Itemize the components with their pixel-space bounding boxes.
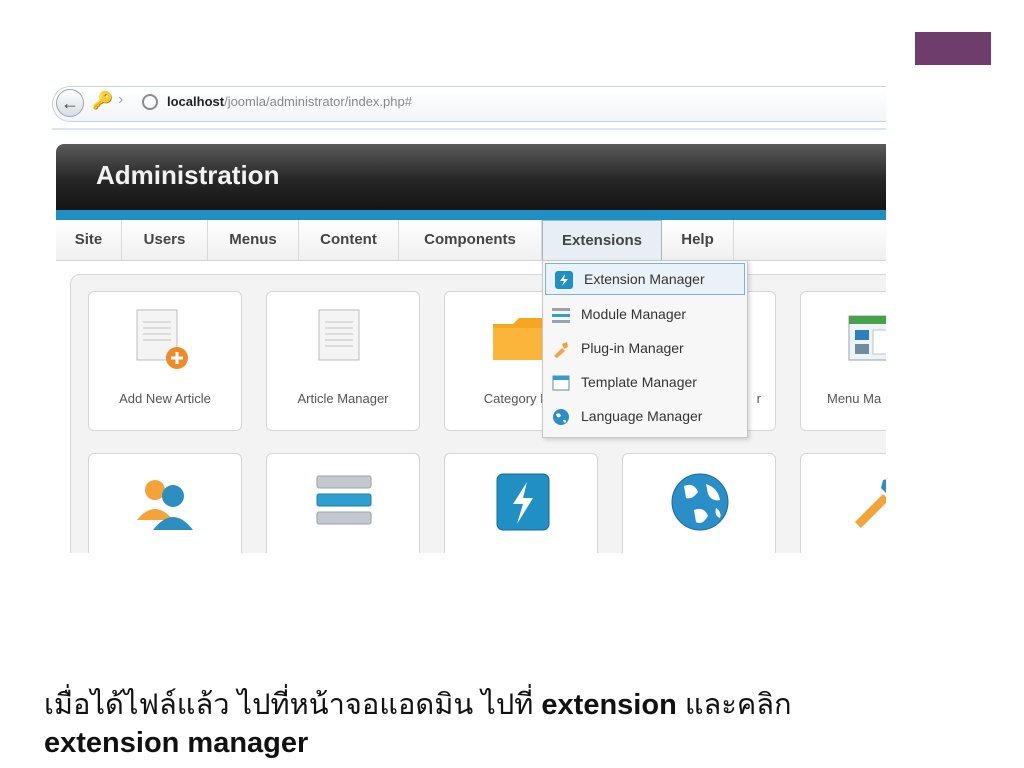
module-stack-icon — [316, 475, 372, 525]
caption-keyword-extension-manager: extension manager — [44, 727, 309, 759]
tile-extensions[interactable] — [444, 453, 598, 553]
address-bar-divider — [52, 128, 886, 130]
url-path: /joomla/administrator/index.php# — [224, 94, 412, 109]
control-panel: Add New Article Article Manager Category… — [70, 274, 886, 553]
dropdown-label: Extension Manager — [584, 271, 705, 287]
menu-content[interactable]: Content — [299, 220, 399, 260]
screenshot: ← 🔑 › localhost/joomla/administrator/ind… — [52, 82, 886, 553]
key-icon: 🔑 — [92, 91, 114, 110]
menu-extensions[interactable]: Extensions — [542, 220, 662, 260]
tile-label: Article Manager — [297, 391, 389, 406]
dropdown-label: Module Manager — [581, 306, 687, 322]
caption-text-1: เมื่อได้ไฟล์แล้ว ไปที่หน้าจอแอดมิน ไปที่ — [44, 689, 542, 721]
extensions-dropdown: Extension Manager Module Manager Plug-in… — [542, 260, 748, 438]
main-menu-bar: Site Users Menus Content Components Exte… — [56, 220, 886, 261]
article-manager-icon — [318, 309, 360, 361]
dropdown-item-plugin-manager[interactable]: Plug-in Manager — [543, 333, 747, 365]
menu-site[interactable]: Site — [56, 220, 122, 260]
extension-bolt-icon — [496, 473, 550, 531]
tools-icon — [855, 479, 886, 528]
dropdown-item-module-manager[interactable]: Module Manager — [543, 299, 747, 331]
dropdown-item-language-manager[interactable]: Language Manager — [543, 401, 747, 433]
dropdown-label: Plug-in Manager — [581, 340, 684, 356]
tile-tools[interactable] — [800, 453, 886, 553]
template-icon — [552, 375, 570, 391]
tile-label: Menu Ma — [827, 391, 882, 406]
module-manager-icon — [552, 308, 570, 323]
admin-header: Administration — [56, 144, 886, 210]
dropdown-item-template-manager[interactable]: Template Manager — [543, 367, 747, 399]
dropdown-item-extension-manager[interactable]: Extension Manager — [545, 263, 745, 295]
site-globe-icon — [142, 94, 158, 110]
tile-article-manager[interactable]: Article Manager — [266, 291, 420, 431]
caption-text-2: และคลิก — [676, 689, 792, 721]
slide-caption: เมื่อได้ไฟล์แล้ว ไปที่หน้าจอแอดมิน ไปที่… — [44, 686, 984, 762]
header-stripe — [56, 210, 886, 220]
tile-users[interactable] — [88, 453, 242, 553]
chevron-right-icon: › — [118, 91, 124, 108]
world-globe-icon — [671, 473, 729, 531]
tile-add-new-article[interactable]: Add New Article — [88, 291, 242, 431]
menu-menus[interactable]: Menus — [208, 220, 299, 260]
url-text[interactable]: localhost/joomla/administrator/index.php… — [167, 94, 412, 109]
back-arrow-icon[interactable]: ← — [56, 89, 84, 117]
accent-rectangle — [915, 32, 991, 65]
users-icon — [137, 480, 193, 530]
plugin-icon — [554, 342, 568, 358]
menu-components[interactable]: Components — [399, 220, 542, 260]
language-globe-icon — [553, 409, 569, 425]
dropdown-label: Template Manager — [581, 374, 697, 390]
url-host: localhost — [167, 94, 225, 109]
menu-manager-icon — [848, 315, 886, 361]
extension-manager-icon — [555, 271, 573, 289]
menu-users[interactable]: Users — [122, 220, 208, 260]
tile-label: Add New Article — [119, 391, 211, 406]
add-article-icon — [136, 309, 188, 369]
dropdown-label: Language Manager — [581, 408, 703, 424]
tile-languages[interactable] — [622, 453, 776, 553]
menu-help[interactable]: Help — [662, 220, 734, 260]
page-title: Administration — [96, 160, 280, 190]
caption-keyword-extension: extension — [541, 689, 677, 721]
browser-address-bar: ← 🔑 › localhost/joomla/administrator/ind… — [52, 82, 886, 126]
tile-menu-manager[interactable]: Menu Ma — [800, 291, 886, 431]
tile-modules[interactable] — [266, 453, 420, 553]
